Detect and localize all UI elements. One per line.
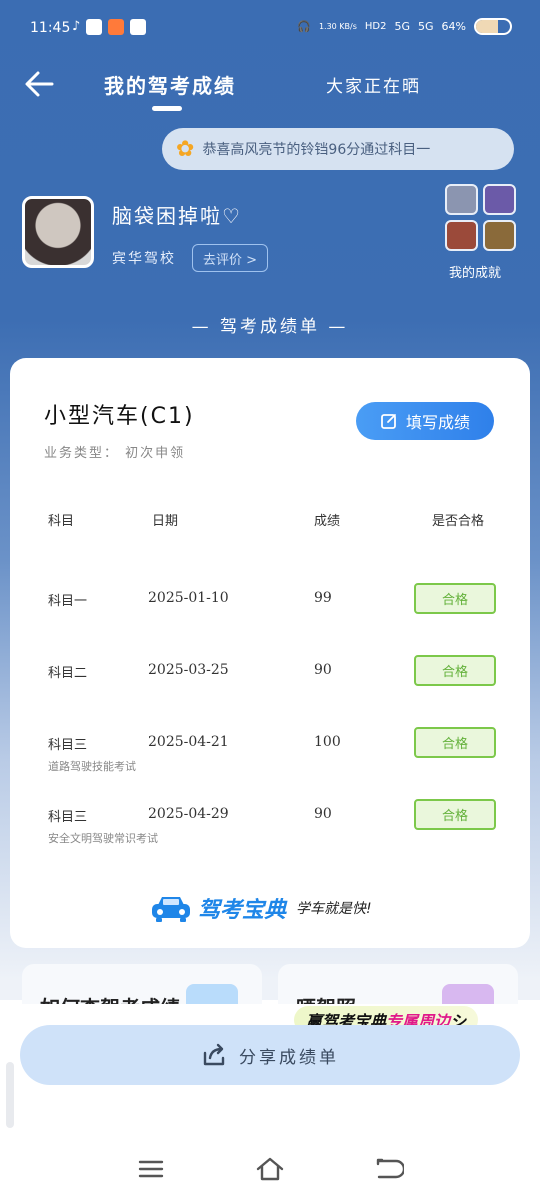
signal-5g-2: 5G — [418, 20, 434, 33]
signal-5g-1: 5G — [394, 20, 411, 33]
home-icon[interactable] — [255, 1154, 285, 1184]
review-button[interactable]: 去评价 > — [192, 244, 268, 272]
back-icon[interactable] — [374, 1154, 404, 1184]
table-row: 科目二 2025-03-25 90 合格 — [10, 655, 530, 716]
fill-scores-label: 填写成绩 — [405, 413, 470, 432]
business-type: 业务类型： 初次申领 — [44, 446, 186, 461]
header-score: 成绩 — [314, 514, 341, 529]
play-icon — [130, 19, 147, 35]
brand-name: 驾考宝典 — [198, 898, 287, 923]
pass-badge: 合格 — [414, 583, 496, 614]
menu-icon[interactable] — [136, 1154, 166, 1184]
row-date: 2025-01-10 — [148, 590, 229, 606]
row-score: 99 — [314, 590, 332, 606]
row-subject: 科目三 — [48, 810, 88, 825]
active-tab-indicator — [152, 106, 182, 111]
app-icon — [86, 19, 103, 35]
pass-badge: 合格 — [414, 799, 496, 830]
hd-badge: HD2 — [364, 21, 387, 32]
share-license-card[interactable]: 晒驾照 — [278, 964, 518, 1004]
share-license-title: 晒驾照 — [296, 992, 356, 1004]
share-icon — [203, 1043, 225, 1066]
badge-icon — [483, 184, 516, 215]
car-logo-icon — [152, 897, 190, 922]
bottom-cards: 如何查驾考成绩 晒驾照 — [0, 964, 540, 1004]
row-subject-detail: 安全文明驾驶常识考试 — [48, 832, 158, 845]
license-type: 小型汽车(C1) — [44, 404, 195, 429]
row-subject: 科目一 — [48, 594, 88, 609]
brand-slogan: 学车就是快! — [296, 901, 372, 917]
share-label: 分享成绩单 — [239, 1047, 339, 1068]
badge-icon — [445, 220, 478, 251]
header-subject: 科目 — [48, 514, 75, 529]
fill-scores-button[interactable]: 填写成绩 — [356, 402, 494, 440]
row-date: 2025-04-29 — [148, 806, 229, 822]
brand-logo: 驾考宝典 学车就是快! — [150, 892, 372, 924]
row-score: 90 — [314, 662, 332, 678]
section-title: — 驾考成绩单 — — [191, 317, 349, 337]
row-date: 2025-04-21 — [148, 734, 229, 750]
card-illustration — [442, 984, 494, 1004]
tab-my-scores[interactable]: 我的驾考成绩 — [104, 70, 236, 99]
battery-label: 64% — [441, 20, 466, 33]
back-arrow-icon[interactable] — [20, 64, 60, 104]
avatar[interactable] — [22, 196, 94, 268]
how-to-check-title: 如何查驾考成绩 — [40, 992, 180, 1004]
badge-icon — [445, 184, 478, 215]
top-nav: 我的驾考成绩 大家正在晒 — [0, 58, 540, 114]
status-bar: 11:45 ♪ 🎧 1.30 KB/s HD2 5G 5G 64% — [0, 0, 540, 58]
header-date: 日期 — [152, 514, 179, 529]
row-date: 2025-03-25 — [148, 662, 229, 678]
headphones-icon: 🎧 — [297, 20, 311, 33]
pass-badge: 合格 — [414, 727, 496, 758]
row-subject: 科目二 — [48, 666, 88, 681]
congrats-ticker: ✿ 恭喜高风亮节的铃铛96分通过科目一 — [162, 128, 514, 170]
battery-icon — [474, 18, 512, 35]
status-time: 11:45 — [30, 20, 71, 36]
driving-school: 宾华驾校 — [112, 251, 176, 267]
network-speed: 1.30 KB/s — [318, 22, 357, 31]
pass-badge: 合格 — [414, 655, 496, 686]
username: 脑袋困掉啦♡ — [112, 204, 242, 228]
scroll-handle[interactable] — [6, 1062, 14, 1128]
my-achievements-label[interactable]: 我的成就 — [449, 262, 501, 281]
row-score: 90 — [314, 806, 332, 822]
flower-icon: ✿ — [176, 136, 195, 162]
table-row: 科目三 安全文明驾驶常识考试 2025-04-29 90 合格 — [10, 799, 530, 860]
notification-icons: ♪ — [72, 19, 147, 35]
table-row: 科目三 道路驾驶技能考试 2025-04-21 100 合格 — [10, 727, 530, 788]
congrats-text: 恭喜高风亮节的铃铛96分通过科目一 — [202, 142, 431, 158]
table-row: 科目一 2025-01-10 99 合格 — [10, 583, 530, 644]
row-score: 100 — [314, 734, 341, 750]
system-nav-bar — [0, 1140, 540, 1200]
row-subject-detail: 道路驾驶技能考试 — [48, 760, 136, 773]
badge-icon — [483, 220, 516, 251]
card-illustration — [186, 984, 238, 1004]
app-icon-red — [108, 19, 125, 35]
music-note-icon: ♪ — [72, 19, 81, 34]
tab-everyone-sharing[interactable]: 大家正在晒 — [326, 72, 421, 97]
status-right: 🎧 1.30 KB/s HD2 5G 5G 64% — [297, 18, 512, 35]
how-to-check-card[interactable]: 如何查驾考成绩 — [22, 964, 262, 1004]
achievement-badges[interactable] — [445, 184, 521, 252]
share-scorecard-button[interactable]: 分享成绩单 — [20, 1025, 520, 1085]
header-result: 是否合格 — [432, 514, 485, 529]
row-subject: 科目三 — [48, 738, 88, 753]
edit-icon — [381, 414, 396, 429]
score-card: 小型汽车(C1) 业务类型： 初次申领 填写成绩 科目 日期 成绩 是否合格 科… — [10, 358, 530, 948]
